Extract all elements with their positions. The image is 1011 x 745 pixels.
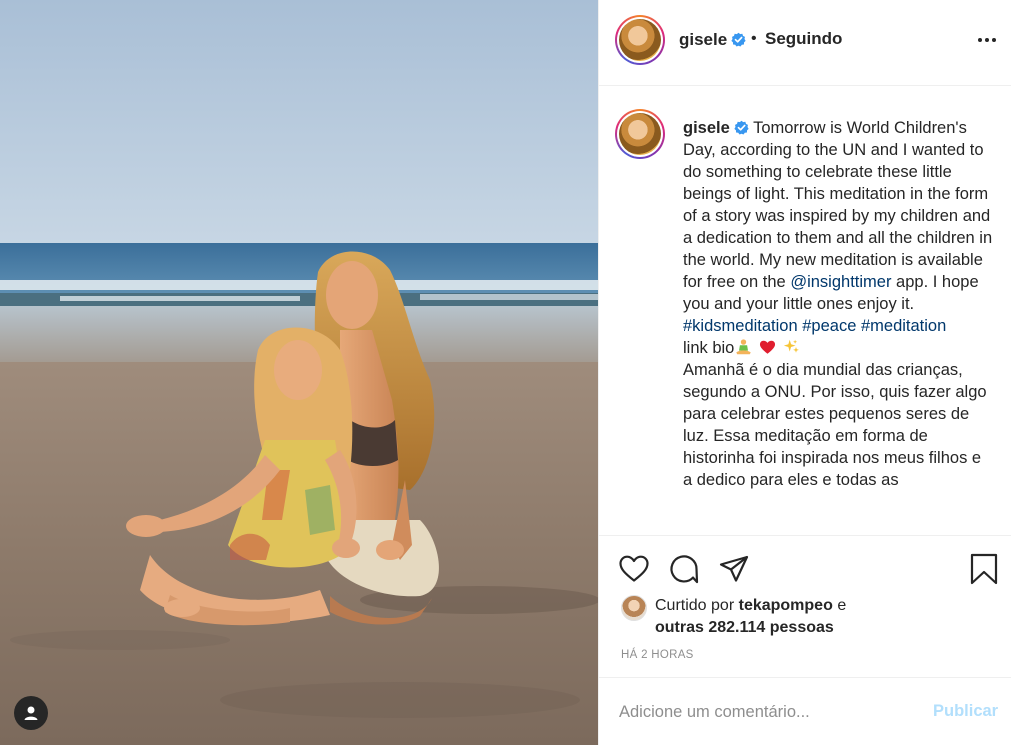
mention-link[interactable]: @insighttimer xyxy=(790,273,891,291)
post-photo[interactable] xyxy=(0,0,598,745)
hashtag-peace[interactable]: #peace xyxy=(802,317,856,335)
user-tag-button[interactable] xyxy=(14,696,48,730)
post-actions xyxy=(599,548,1011,590)
hashtag-meditation[interactable]: #meditation xyxy=(861,317,946,335)
caption-text-en-1: Tomorrow is World Children's Day, accord… xyxy=(683,119,993,291)
bookmark-icon[interactable] xyxy=(967,552,1001,586)
comment-bubble-icon[interactable] xyxy=(667,552,701,586)
post-timestamp[interactable]: HÁ 2 HORAS xyxy=(621,649,694,661)
publish-button[interactable]: Publicar xyxy=(933,702,998,721)
author-username[interactable]: gisele xyxy=(679,30,746,50)
link-bio-text: link bio xyxy=(683,339,735,357)
separator-dot: • xyxy=(751,30,757,47)
liker-username[interactable]: tekapompeo xyxy=(739,597,833,614)
more-options-icon[interactable] xyxy=(975,30,999,50)
heart-icon[interactable] xyxy=(617,552,651,586)
verified-badge-icon xyxy=(734,120,749,135)
post-side-panel: gisele • Seguindo gisele Tomorrow is Wor… xyxy=(598,0,1011,745)
post-header: gisele • Seguindo xyxy=(599,0,1011,86)
paper-plane-icon[interactable] xyxy=(717,552,751,586)
caption-section: gisele Tomorrow is World Children's Day,… xyxy=(599,87,1011,536)
comment-input[interactable] xyxy=(619,698,919,726)
hashtag-kidsmeditation[interactable]: #kidsmeditation xyxy=(683,317,798,335)
comment-bar: Publicar xyxy=(599,677,1011,745)
post-caption: gisele Tomorrow is World Children's Day,… xyxy=(683,117,993,491)
caption-username[interactable]: gisele xyxy=(683,119,730,137)
likes-count[interactable]: outras 282.114 pessoas xyxy=(655,619,834,637)
red-heart-emoji xyxy=(759,340,775,354)
meditating-person-emoji xyxy=(736,339,752,355)
likes-line-1: Curtido por tekapompeo e xyxy=(655,597,847,614)
sparkles-emoji xyxy=(783,339,799,353)
liker-avatar[interactable] xyxy=(621,595,647,621)
caption-author-avatar[interactable] xyxy=(615,109,665,159)
caption-text-pt: Amanhã é o dia mundial das crianças, seg… xyxy=(683,361,987,489)
author-avatar[interactable] xyxy=(615,15,665,65)
user-tag-icon xyxy=(24,706,38,720)
beach-meditation-photo xyxy=(0,0,598,745)
verified-badge-icon xyxy=(731,32,746,47)
follow-status-button[interactable]: Seguindo xyxy=(765,29,842,49)
